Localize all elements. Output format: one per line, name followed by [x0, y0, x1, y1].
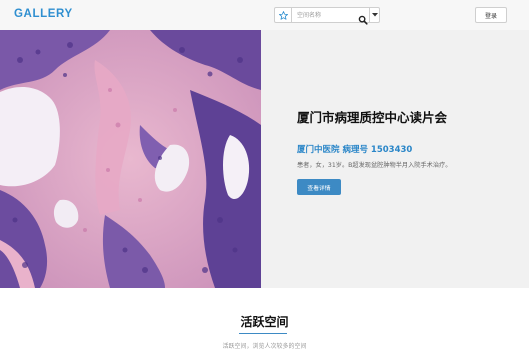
- featured-carousel: 厦门市病理质控中心读片会 厦门中医院 病理号 1503430 患者，女，31岁。…: [0, 30, 529, 288]
- pathology-slide-image[interactable]: [0, 30, 261, 288]
- star-icon[interactable]: [275, 8, 292, 22]
- top-navbar: GALLERY 登录: [0, 0, 529, 31]
- search-icon[interactable]: [358, 10, 368, 25]
- section-title: 活跃空间: [240, 315, 289, 329]
- space-search-input[interactable]: [292, 8, 357, 22]
- gallery-logo[interactable]: GALLERY: [14, 8, 73, 20]
- caret-down-icon[interactable]: [369, 8, 380, 22]
- slide-subtitle: 厦门中医院 病理号 1503430: [297, 145, 413, 155]
- login-button[interactable]: 登录: [475, 7, 507, 23]
- view-details-button[interactable]: 查看详情: [297, 179, 341, 195]
- space-search-group: [274, 7, 380, 25]
- section-divider: [239, 333, 287, 334]
- slide-title: 厦门市病理质控中心读片会: [297, 110, 448, 125]
- slide-description: 患者，女，31岁。B超发现盆腔肿物半月入院手术治疗。: [297, 162, 452, 169]
